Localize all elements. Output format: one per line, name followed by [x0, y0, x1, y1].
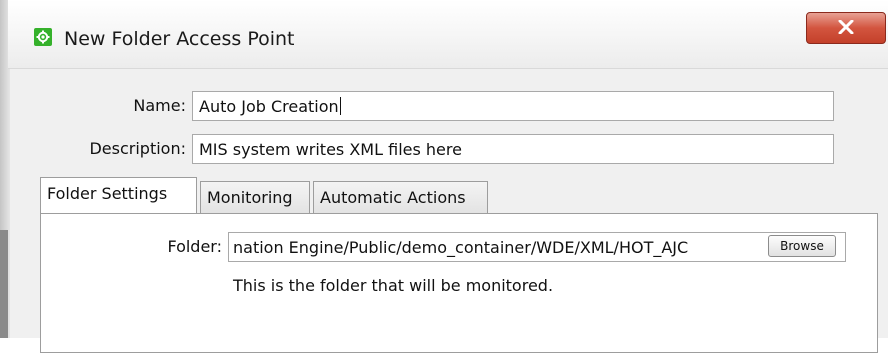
folder-label: Folder:: [167, 237, 222, 256]
folder-hint-text: This is the folder that will be monitore…: [233, 276, 554, 295]
title-bar[interactable]: New Folder Access Point: [8, 0, 888, 69]
dialog-window: New Folder Access Point Name: Auto Job C…: [0, 0, 888, 353]
close-icon: [838, 20, 854, 34]
description-value: MIS system writes XML files here: [199, 140, 462, 159]
tab-automatic-actions[interactable]: Automatic Actions: [313, 181, 488, 213]
description-label: Description:: [89, 139, 186, 158]
background-edge: [0, 230, 8, 338]
gear-icon: [34, 28, 52, 46]
folder-path-field[interactable]: nation Engine/Public/demo_container/WDE/…: [228, 232, 846, 262]
close-button[interactable]: [806, 12, 886, 44]
window-title: New Folder Access Point: [64, 28, 295, 50]
text-caret: [339, 97, 341, 115]
browse-button[interactable]: Browse: [768, 235, 836, 257]
name-input[interactable]: Auto Job Creation: [192, 91, 834, 121]
name-value: Auto Job Creation: [199, 97, 339, 116]
tab-folder-settings[interactable]: Folder Settings: [40, 177, 197, 213]
name-label: Name:: [133, 96, 186, 115]
description-input[interactable]: MIS system writes XML files here: [192, 134, 834, 164]
tab-monitoring[interactable]: Monitoring: [200, 181, 310, 213]
